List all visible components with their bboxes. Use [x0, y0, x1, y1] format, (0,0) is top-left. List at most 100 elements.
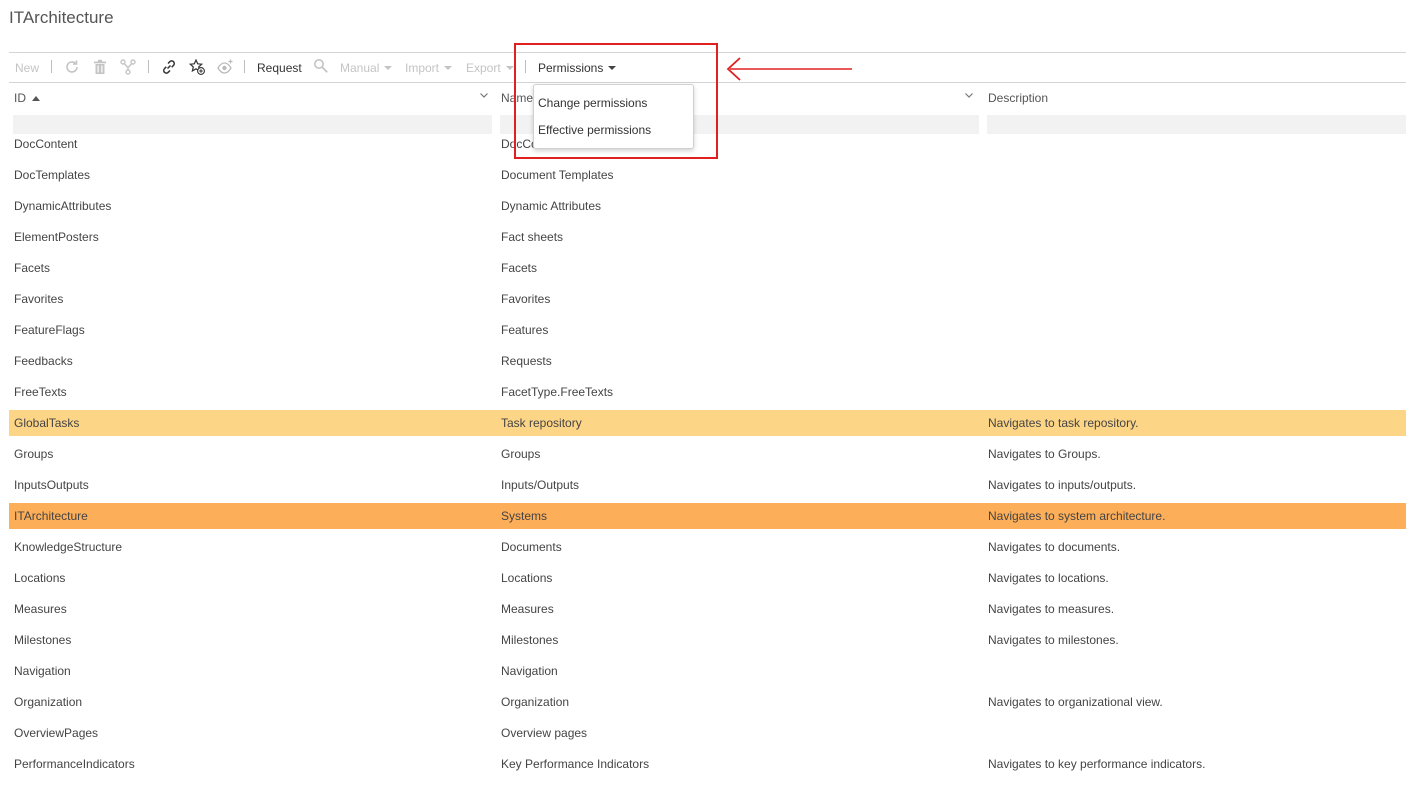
eye-add-icon[interactable] [217, 59, 233, 75]
table-row[interactable]: OverviewPages Overview pages [9, 720, 1406, 746]
cell-id: Locations [14, 571, 66, 585]
star-add-icon[interactable] [189, 59, 205, 75]
annotation-arrow-icon [726, 57, 852, 81]
cell-id: Measures [14, 602, 67, 616]
cell-name: Fact sheets [501, 230, 564, 244]
cell-name: Facets [501, 261, 538, 275]
toolbar-separator [525, 60, 526, 73]
permissions-menu: Change permissions Effective permissions [533, 84, 694, 149]
cell-id: KnowledgeStructure [14, 540, 123, 554]
cell-description: Navigates to milestones. [988, 633, 1119, 647]
cell-id: InputsOutputs [14, 478, 89, 492]
cell-id: Favorites [14, 292, 64, 306]
menu-item-effective-permissions[interactable]: Effective permissions [538, 123, 651, 137]
cell-description: Navigates to inputs/outputs. [988, 478, 1137, 492]
cell-id: Feedbacks [14, 354, 73, 368]
table-row[interactable]: GlobalTasks Task repository Navigates to t… [9, 410, 1406, 436]
cell-name: Overview pages [501, 726, 588, 740]
cell-name: Groups [501, 447, 541, 461]
cell-id: Facets [14, 261, 51, 275]
table-row[interactable]: Navigation Navigation [9, 658, 1406, 684]
cell-id: FreeTexts [14, 385, 67, 399]
toolbar-separator [51, 60, 52, 73]
sort-ascending-icon [32, 96, 40, 101]
branch-icon[interactable] [120, 59, 136, 75]
table-row[interactable]: PerformanceIndicators Key Performance Ind… [9, 751, 1406, 777]
table-row[interactable]: Locations Locations Navigates to locations… [9, 565, 1406, 591]
table-row[interactable]: KnowledgeStructure Documents Navigates to … [9, 534, 1406, 560]
cell-id: DynamicAttributes [14, 199, 112, 213]
cell-id: Navigation [14, 664, 71, 678]
cell-name: Measures [501, 602, 554, 616]
table-row[interactable]: ElementPosters Fact sheets [9, 224, 1406, 250]
cell-id: Milestones [14, 633, 72, 647]
column-header-name[interactable]: Name [501, 91, 533, 105]
table-body: DocContent DocCo DocTemplates Document Te… [0, 135, 1406, 787]
chevron-down-icon[interactable] [964, 90, 974, 100]
export-dropdown[interactable]: Export [466, 61, 514, 75]
chevron-down-icon [505, 66, 514, 70]
import-dropdown[interactable]: Import [405, 61, 453, 75]
cell-description: Navigates to measures. [988, 602, 1115, 616]
table-row[interactable]: Feedbacks Requests [9, 348, 1406, 374]
cell-description: Navigates to system architecture. [988, 509, 1166, 523]
cell-name: Dynamic Attributes [501, 199, 602, 213]
request-button[interactable]: Request [257, 61, 302, 75]
table-row[interactable]: DocTemplates Document Templates [9, 162, 1406, 188]
column-header-description[interactable]: Description [988, 91, 1048, 105]
permissions-dropdown[interactable]: Permissions [538, 61, 617, 75]
table-row[interactable]: FreeTexts FacetType.FreeTexts [9, 379, 1406, 405]
filter-input-id[interactable] [13, 115, 492, 134]
table-row[interactable]: Milestones Milestones Navigates to milesto… [9, 627, 1406, 653]
manual-dropdown[interactable]: Manual [340, 61, 393, 75]
menu-item-change-permissions[interactable]: Change permissions [538, 96, 647, 110]
cell-name: Organization [501, 695, 570, 709]
cell-id: OverviewPages [14, 726, 99, 740]
chevron-down-icon [384, 66, 393, 70]
cell-id: ITArchitecture [14, 509, 88, 523]
table-row[interactable]: Organization Organization Navigates to org… [9, 689, 1406, 715]
cell-name: Favorites [501, 292, 551, 306]
chevron-down-icon [444, 66, 453, 70]
table-row[interactable]: ITArchitecture Systems Navigates to system… [9, 503, 1406, 529]
cell-description: Navigates to organizational view. [988, 695, 1163, 709]
table-row[interactable]: Groups Groups Navigates to Groups. [9, 441, 1406, 467]
cell-name: Task repository [501, 416, 582, 430]
cell-name: FacetType.FreeTexts [501, 385, 614, 399]
table-row[interactable]: Measures Measures Navigates to measures. [9, 596, 1406, 622]
table-row[interactable]: FeatureFlags Features [9, 317, 1406, 343]
table-row[interactable]: Favorites Favorites [9, 286, 1406, 312]
filter-input-description[interactable] [987, 115, 1406, 134]
cell-name: Key Performance Indicators [501, 757, 650, 771]
chevron-down-icon[interactable] [479, 90, 489, 100]
cell-name: Inputs/Outputs [501, 478, 580, 492]
cell-name: Locations [501, 571, 553, 585]
page-title: ITArchitecture [9, 8, 114, 27]
table-row[interactable]: InputsOutputs Inputs/Outputs Navigates to … [9, 472, 1406, 498]
column-header-id[interactable]: ID [14, 91, 40, 105]
cell-name: Milestones [501, 633, 559, 647]
refresh-icon[interactable] [64, 59, 80, 75]
cell-id: FeatureFlags [14, 323, 85, 337]
cell-name: Navigation [501, 664, 558, 678]
table-row[interactable]: Facets Facets [9, 255, 1406, 281]
cell-description: Navigates to key performance indicators. [988, 757, 1206, 771]
cell-id: Organization [14, 695, 83, 709]
link-icon[interactable] [161, 59, 177, 75]
new-button[interactable]: New [15, 61, 39, 75]
cell-description: Navigates to locations. [988, 571, 1109, 585]
cell-id: GlobalTasks [14, 416, 80, 430]
cell-name: Documents [501, 540, 562, 554]
cell-description: Navigates to task repository. [988, 416, 1139, 430]
cell-name: Features [501, 323, 549, 337]
cell-id: Groups [14, 447, 54, 461]
cell-description: Navigates to documents. [988, 540, 1121, 554]
toolbar-separator [148, 60, 149, 73]
cell-id: DocTemplates [14, 168, 91, 182]
table-row[interactable]: DynamicAttributes Dynamic Attributes [9, 193, 1406, 219]
toolbar-separator [244, 60, 245, 73]
search-icon[interactable] [313, 58, 329, 74]
table-row[interactable]: DocContent DocCo [9, 135, 1406, 157]
trash-icon[interactable] [92, 59, 108, 75]
table-header: ID Name Description [0, 82, 1406, 112]
